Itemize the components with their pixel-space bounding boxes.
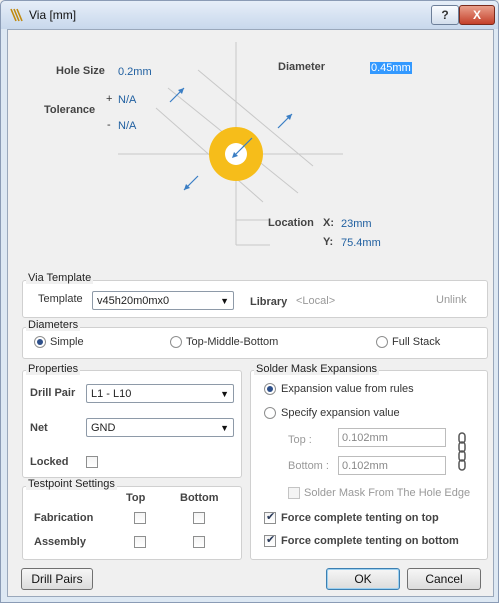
diameter-label: Diameter [278,61,326,73]
ok-button[interactable]: OK [326,568,400,590]
tent-bottom-label[interactable]: Force complete tenting on bottom [281,535,459,547]
specify-expansion-radio[interactable] [264,407,276,419]
mask-bottom-label: Bottom : [288,460,329,472]
drill-pairs-button[interactable]: Drill Pairs [21,568,93,590]
hole-size-label: Hole Size [56,65,105,77]
expansion-from-rules-label[interactable]: Expansion value from rules [281,383,414,395]
mask-top-value: 0.102mm [342,432,388,444]
diameter-value[interactable]: 0.45mm [370,62,412,74]
via-template-title: Via Template [26,272,94,284]
mask-bottom-value: 0.102mm [342,460,388,472]
assembly-label: Assembly [34,536,86,548]
tolerance-minus-sign: - [107,119,111,131]
chevron-down-icon: ▼ [220,296,229,306]
library-value: <Local> [296,295,336,307]
drill-pair-label: Drill Pair [30,387,76,399]
properties-title: Properties [26,363,81,375]
testpoint-bottom-header: Bottom [180,492,219,504]
template-label: Template [38,293,83,305]
specify-expansion-label[interactable]: Specify expansion value [281,407,400,419]
full-stack-radio[interactable] [376,336,388,348]
via-diagram: Hole Size 0.2mm Tolerance + N/A - N/A Di… [8,30,493,270]
mask-bottom-input[interactable]: 0.102mm [338,456,446,475]
simple-label[interactable]: Simple [50,336,84,348]
net-dropdown[interactable]: GND ▼ [86,418,234,437]
drill-pair-dropdown[interactable]: L1 - L10 ▼ [86,384,234,403]
fabrication-bottom-checkbox[interactable] [193,512,205,524]
top-middle-bottom-label[interactable]: Top-Middle-Bottom [186,336,278,348]
library-label: Library [250,296,288,308]
mask-from-hole-checkbox[interactable] [288,487,300,499]
tolerance-plus-value[interactable]: N/A [118,94,136,106]
mask-top-input[interactable]: 0.102mm [338,428,446,447]
chevron-down-icon: ▼ [220,423,229,433]
simple-radio[interactable] [34,336,46,348]
assembly-bottom-checkbox[interactable] [193,536,205,548]
full-stack-label[interactable]: Full Stack [392,336,440,348]
cancel-button[interactable]: Cancel [407,568,481,590]
solder-mask-title: Solder Mask Expansions [254,363,380,375]
title-bar[interactable]: Via [mm] ? X [1,1,498,29]
locked-label: Locked [30,456,69,468]
via-dialog-window: Via [mm] ? X Hole Size 0.2mm Tolerance +… [0,0,499,603]
template-value: v45h20m0mx0 [97,295,170,307]
diameters-title: Diameters [26,319,81,331]
close-button[interactable]: X [459,5,495,25]
tolerance-plus-sign: + [106,93,113,105]
location-y-label: Y: [323,236,334,248]
fabrication-top-checkbox[interactable] [134,512,146,524]
fabrication-label: Fabrication [34,512,94,524]
window-title: Via [mm] [29,8,77,22]
assembly-top-checkbox[interactable] [134,536,146,548]
tent-top-label[interactable]: Force complete tenting on top [281,512,439,524]
top-middle-bottom-radio[interactable] [170,336,182,348]
location-x-label: X: [323,217,334,229]
tolerance-minus-value[interactable]: N/A [118,120,136,132]
hole-size-value[interactable]: 0.2mm [118,66,152,78]
net-label: Net [30,422,48,434]
tent-bottom-checkbox[interactable] [264,533,276,547]
help-button[interactable]: ? [431,5,459,25]
testpoint-top-header: Top [126,492,146,504]
drill-pair-value: L1 - L10 [91,388,132,400]
location-label: Location [268,217,314,229]
locked-checkbox[interactable] [86,456,98,468]
net-value: GND [91,422,116,434]
mask-top-label: Top : [288,434,312,446]
dialog-body: Hole Size 0.2mm Tolerance + N/A - N/A Di… [7,29,494,597]
mask-from-hole-label: Solder Mask From The Hole Edge [304,487,471,499]
template-dropdown[interactable]: v45h20m0mx0 ▼ [92,291,234,310]
expansion-from-rules-radio[interactable] [264,383,276,395]
chevron-down-icon: ▼ [220,389,229,399]
tent-top-checkbox[interactable] [264,510,276,524]
tolerance-label: Tolerance [44,104,96,116]
unlink-button[interactable]: Unlink [436,294,467,306]
via-app-icon [10,8,23,22]
location-x-value[interactable]: 23mm [341,218,372,230]
location-y-value[interactable]: 75.4mm [341,237,381,249]
testpoint-title: Testpoint Settings [26,478,117,490]
link-chain-icon[interactable] [457,432,467,472]
